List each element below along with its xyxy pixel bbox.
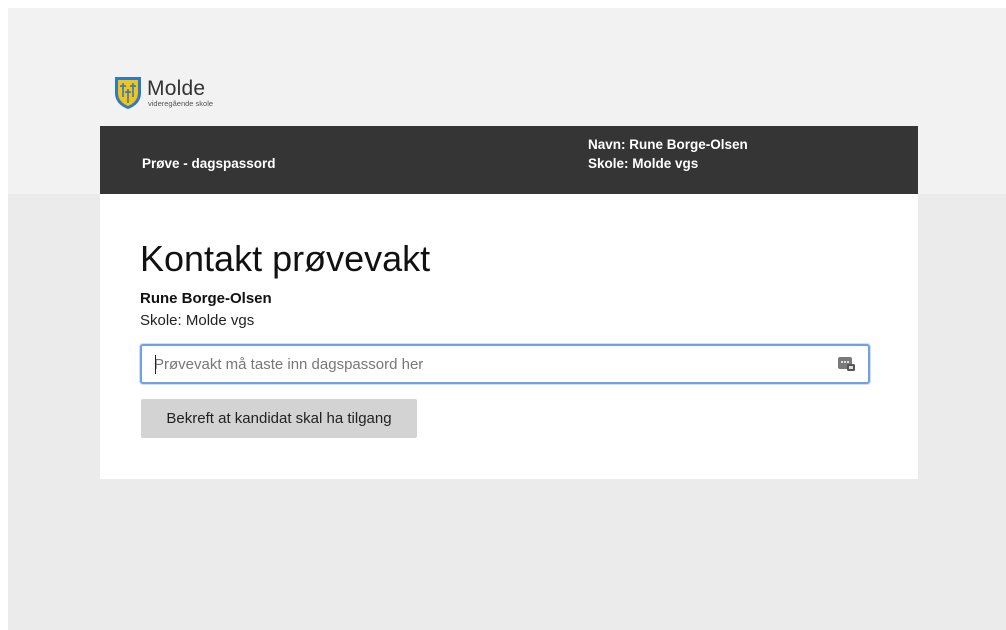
header-user-name: Navn: Rune Borge-Olsen	[588, 137, 748, 152]
password-field[interactable]	[140, 344, 870, 384]
header-user-info: Navn: Rune Borge-Olsen Skole: Molde vgs	[588, 135, 748, 173]
header-title: Prøve - dagspassord	[142, 156, 276, 171]
header-school: Skole: Molde vgs	[588, 156, 699, 171]
molde-logo: Molde videregående skole	[113, 73, 213, 113]
text-caret	[155, 355, 156, 374]
brand-subtitle: videregående skole	[148, 98, 214, 108]
password-input[interactable]	[154, 346, 834, 382]
page-background: Molde videregående skole Prøve - dagspas…	[8, 8, 1006, 630]
main-panel: Kontakt prøvevakt Rune Borge-Olsen Skole…	[100, 194, 918, 479]
password-manager-key-icon[interactable]	[838, 356, 856, 372]
shield-logo-icon	[115, 77, 141, 109]
confirm-access-button[interactable]: Bekreft at kandidat skal ha tilgang	[141, 399, 417, 438]
brand-name: Molde	[147, 76, 206, 100]
header-bar: Prøve - dagspassord Navn: Rune Borge-Ols…	[100, 126, 918, 194]
candidate-school: Skole: Molde vgs	[140, 312, 255, 329]
page-title: Kontakt prøvevakt	[140, 238, 431, 279]
candidate-name: Rune Borge-Olsen	[140, 290, 272, 307]
